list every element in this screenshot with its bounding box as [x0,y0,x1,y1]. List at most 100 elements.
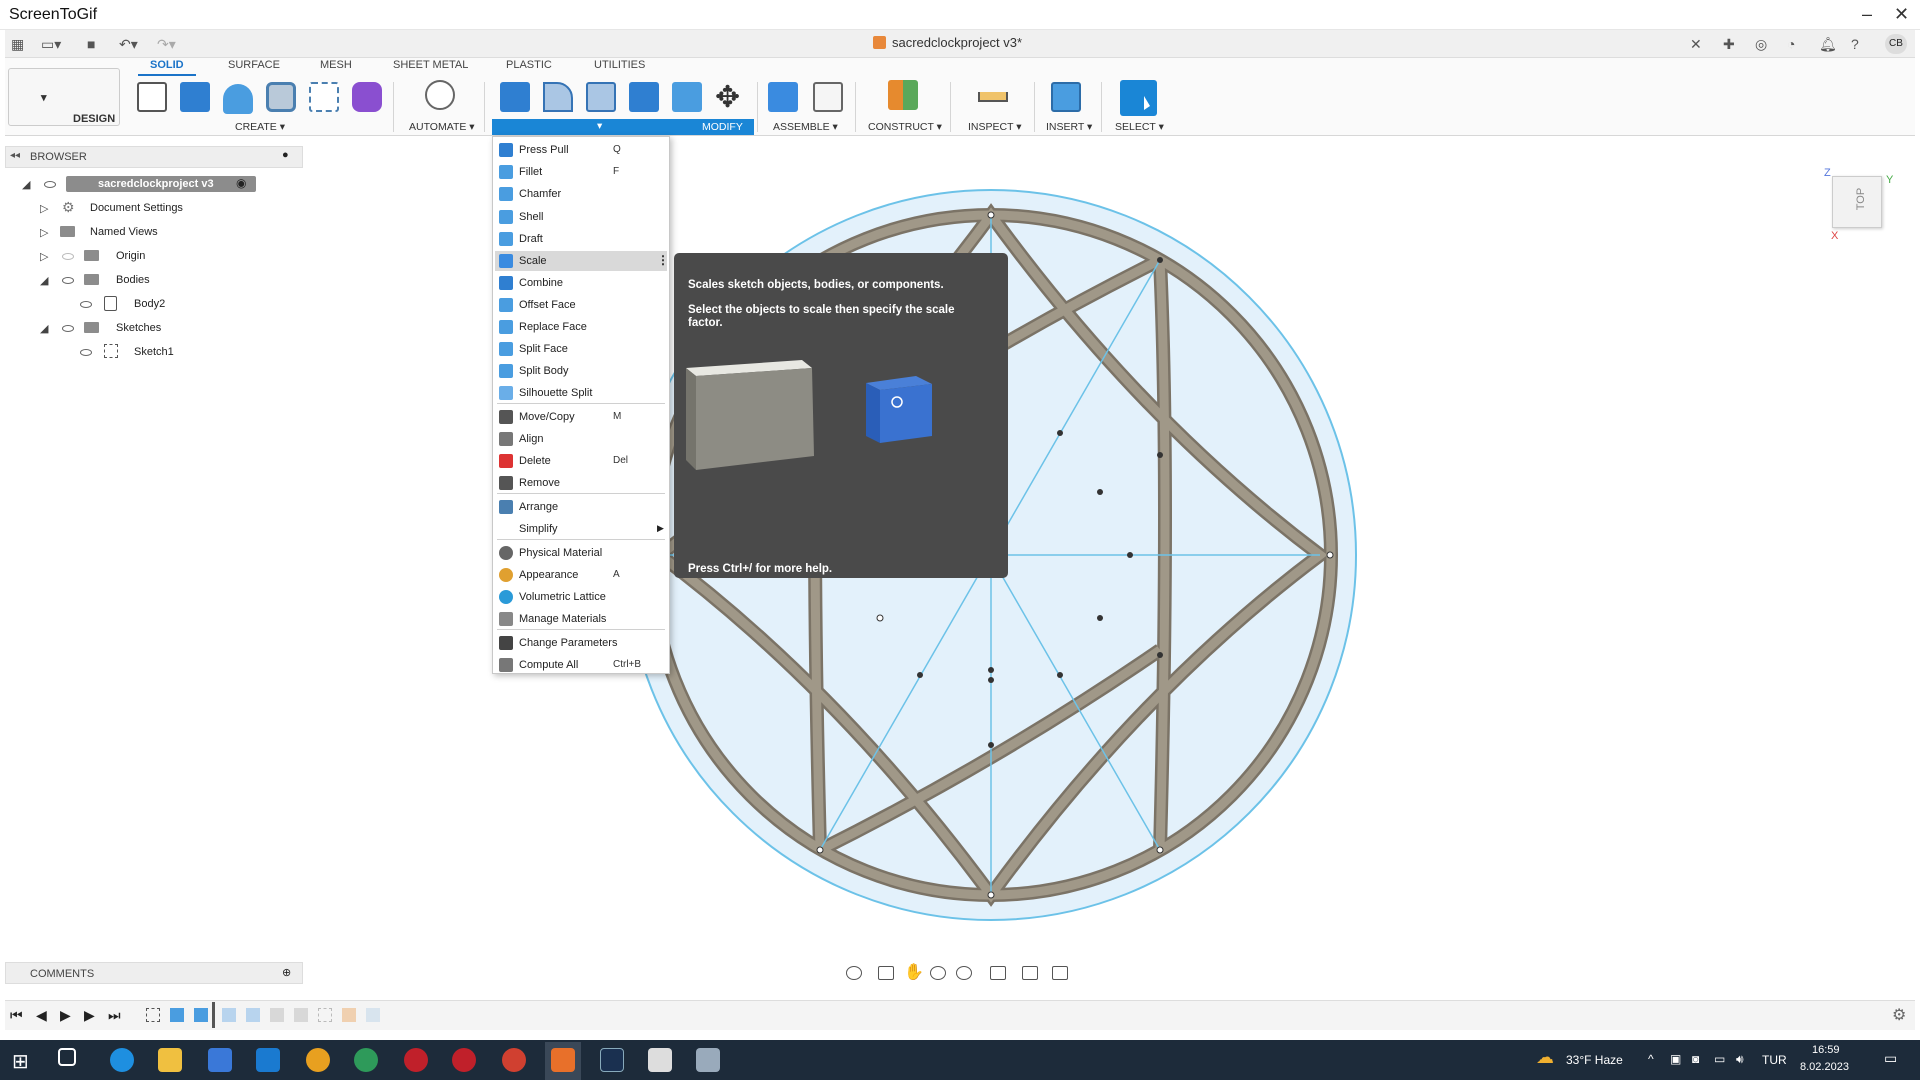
volume-icon[interactable]: 🔊︎ [1736,1052,1744,1067]
menu-item-split-face[interactable]: Split Face [495,339,667,359]
expand-icon[interactable]: ▷ [40,250,48,263]
clock-date[interactable]: 8.02.2023 [1800,1061,1849,1073]
menu-item-replace-face[interactable]: Replace Face [495,317,667,337]
tab-sheet-metal[interactable]: SHEET METAL [393,59,468,71]
orbit-icon[interactable] [846,966,862,980]
menu-item-shell[interactable]: Shell [495,207,667,227]
network-icon[interactable]: ▭ [1714,1052,1725,1066]
menu-item-appearance[interactable]: Appearance A [495,565,667,585]
close-icon[interactable]: ✕ [1894,4,1909,25]
menu-item-volumetric-lattice[interactable]: Volumetric Lattice [495,587,667,607]
construct-group-label[interactable]: CONSTRUCT ▾ [868,121,942,133]
menu-item-change-parameters[interactable]: Change Parameters [495,633,667,653]
tray-security-icon[interactable]: ◙ [1692,1052,1699,1066]
tray-chevron-icon[interactable]: ^ [1648,1052,1654,1066]
menu-item-simplify[interactable]: Simplify ▶ [495,519,667,539]
assemble-group-label[interactable]: ASSEMBLE ▾ [773,121,838,133]
screentogif-icon[interactable] [648,1048,672,1072]
chrome-profile-icon[interactable] [502,1048,526,1072]
menu-item-move-copy[interactable]: Move/Copy M [495,407,667,427]
timeline-feature-icon[interactable] [170,1008,184,1022]
modify-group-button[interactable]: MODIFY ▾ [492,119,754,135]
timeline-sketch-icon[interactable] [146,1008,160,1022]
chrome-icon[interactable] [306,1048,330,1072]
close-tab-icon[interactable]: ✕ [1690,36,1702,53]
menu-item-align[interactable]: Align [495,429,667,449]
menu-item-split-body[interactable]: Split Body [495,361,667,381]
visibility-icon[interactable] [62,325,74,332]
extensions-icon[interactable]: ◎ [1755,36,1767,53]
visibility-icon[interactable] [62,277,74,284]
construct-plane-icon[interactable] [888,80,918,110]
browser-node-named-views[interactable]: Named Views [90,226,158,238]
user-avatar[interactable]: CB [1885,34,1907,54]
grid-menu-icon[interactable]: ▦ [11,36,24,53]
timeline-feature-icon[interactable] [342,1008,356,1022]
revolve-icon[interactable] [223,84,253,114]
visibility-icon[interactable] [80,349,92,356]
browser-node-sketches[interactable]: Sketches [116,322,161,334]
help-icon[interactable]: ? [1851,36,1859,52]
press-pull-icon[interactable] [500,82,530,112]
menu-item-combine[interactable]: Combine [495,273,667,293]
menu-item-arrange[interactable]: Arrange [495,497,667,517]
fit-icon[interactable] [956,966,972,980]
pattern-icon[interactable] [309,82,339,112]
timeline-feature-icon[interactable] [194,1008,208,1022]
create-form-icon[interactable] [352,82,382,112]
visibility-icon[interactable] [80,301,92,308]
insert-image-icon[interactable] [1051,82,1081,112]
notifications-icon[interactable]: 🔔︎ [1819,36,1837,53]
timeline-settings-icon[interactable]: ⚙ [1892,1005,1906,1025]
gpu-app-icon[interactable] [354,1048,378,1072]
add-comment-icon[interactable]: ⊕ [282,966,291,979]
tray-app-icon[interactable]: ▣ [1670,1052,1681,1066]
save-icon[interactable]: ■ [87,36,95,52]
mail-icon[interactable] [256,1048,280,1072]
visibility-icon[interactable] [44,181,56,188]
timeline-feature-icon[interactable] [246,1008,260,1022]
new-component-icon[interactable] [768,82,798,112]
weather-text[interactable]: 33°F Haze [1566,1053,1623,1067]
menu-item-compute-all[interactable]: Compute All Ctrl+B [495,655,667,675]
extrude-icon[interactable] [180,82,210,112]
measure-icon[interactable] [978,92,1008,102]
task-view-icon[interactable] [58,1048,76,1066]
gtb-app-icon[interactable] [404,1048,428,1072]
look-at-icon[interactable] [878,966,894,980]
viewports-icon[interactable] [1052,966,1068,980]
workspace-switcher[interactable]: DESIGN ▾ [8,68,120,126]
activate-icon[interactable]: ◉ [236,176,246,190]
timeline-feature-icon[interactable] [366,1008,380,1022]
create-sketch-icon[interactable] [137,82,167,112]
browser-pin-icon[interactable]: ● [282,149,289,161]
zoom-icon[interactable] [930,966,946,980]
automate-group-label[interactable]: AUTOMATE ▾ [409,121,475,133]
file-explorer-icon[interactable] [158,1048,182,1072]
app-icon[interactable] [696,1048,720,1072]
select-icon[interactable] [1120,80,1157,116]
menu-item-manage-materials[interactable]: Manage Materials [495,609,667,629]
edge-icon[interactable] [110,1048,134,1072]
inspect-group-label[interactable]: INSPECT ▾ [968,121,1022,133]
browser-node-document-settings[interactable]: Document Settings [90,202,183,214]
tab-mesh[interactable]: MESH [320,59,352,71]
collapse-browser-icon[interactable]: ◂◂ [10,150,20,161]
select-group-label[interactable]: SELECT ▾ [1115,121,1164,133]
timeline-marker[interactable] [212,1002,215,1028]
undo-icon[interactable]: ↶▾ [119,36,138,53]
pan-icon[interactable]: ✋ [904,962,924,982]
go-to-end-icon[interactable]: ⏭ [108,1007,121,1024]
store-icon[interactable] [208,1048,232,1072]
redo-icon[interactable]: ↷▾ [157,36,176,53]
menu-item-remove[interactable]: Remove [495,473,667,493]
new-tab-icon[interactable]: ✚ [1723,36,1735,53]
language-indicator[interactable]: TUR [1762,1053,1787,1067]
insert-group-label[interactable]: INSERT ▾ [1046,121,1092,133]
menu-item-silhouette-split[interactable]: Silhouette Split [495,383,667,403]
browser-node-body2[interactable]: Body2 [134,298,165,310]
browser-node-origin[interactable]: Origin [116,250,145,262]
timeline-sketch-icon[interactable] [318,1008,332,1022]
windows-start-icon[interactable]: ⊞ [12,1049,29,1074]
tab-plastic[interactable]: PLASTIC [506,59,552,71]
